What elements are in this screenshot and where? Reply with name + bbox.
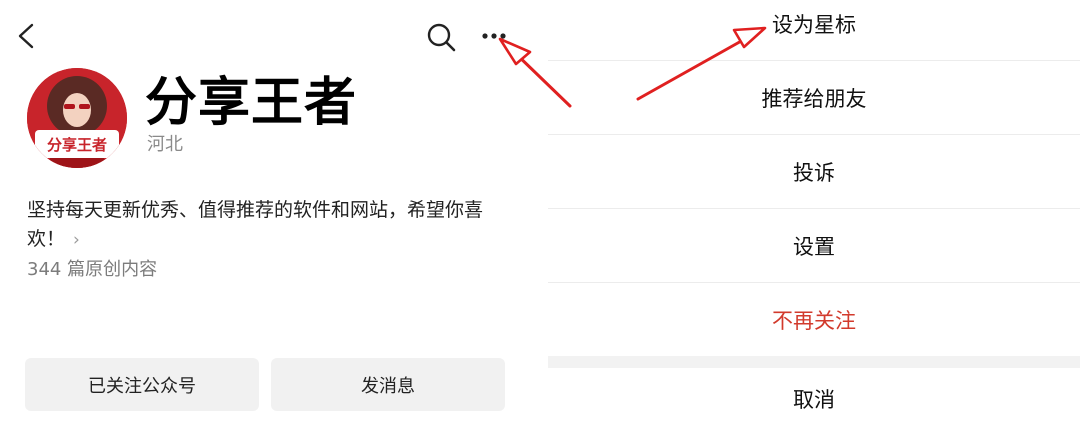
menu-item-star-label: 设为星标: [772, 13, 856, 37]
back-icon[interactable]: [14, 22, 40, 50]
action-sheet: 设为星标 推荐给朋友 投诉 设置 不再关注 取消: [548, 0, 1080, 429]
followed-account-label: 已关注公众号: [88, 375, 196, 397]
menu-item-settings-label: 设置: [793, 234, 835, 259]
menu-item-unfollow-label: 不再关注: [772, 308, 856, 333]
bio-text: 坚持每天更新优秀、值得推荐的软件和网站，希望你喜欢！: [27, 199, 484, 250]
profile-panel: 分享王者 分享王者 河北 坚持每天更新优秀、值得推荐的软件和网站，希望你喜欢！ ›…: [0, 0, 548, 429]
more-dots-icon[interactable]: [478, 26, 512, 46]
menu-item-report[interactable]: 投诉: [548, 135, 1080, 208]
account-region: 河北: [147, 134, 183, 155]
search-icon[interactable]: [424, 20, 458, 54]
menu-item-cancel[interactable]: 取消: [548, 368, 1080, 429]
account-bio[interactable]: 坚持每天更新优秀、值得推荐的软件和网站，希望你喜欢！ ›: [27, 196, 507, 255]
account-name: 分享王者: [145, 73, 358, 133]
menu-item-star[interactable]: 设为星标: [548, 0, 1080, 48]
menu-section-gap: [548, 356, 1080, 368]
send-message-button[interactable]: 发消息: [271, 358, 505, 411]
send-message-label: 发消息: [361, 375, 415, 397]
menu-item-recommend-label: 推荐给朋友: [761, 86, 867, 111]
followed-account-button[interactable]: 已关注公众号: [25, 358, 259, 411]
menu-item-report-label: 投诉: [793, 160, 835, 185]
avatar-logo-text: 分享王者: [46, 136, 107, 154]
avatar[interactable]: 分享王者: [27, 68, 127, 168]
article-count: 344 篇原创内容: [27, 259, 158, 280]
chevron-right-icon: ›: [73, 230, 80, 250]
menu-item-unfollow[interactable]: 不再关注: [548, 283, 1080, 356]
menu-item-settings[interactable]: 设置: [548, 209, 1080, 282]
menu-item-recommend[interactable]: 推荐给朋友: [548, 61, 1080, 134]
menu-item-cancel-label: 取消: [793, 387, 835, 412]
